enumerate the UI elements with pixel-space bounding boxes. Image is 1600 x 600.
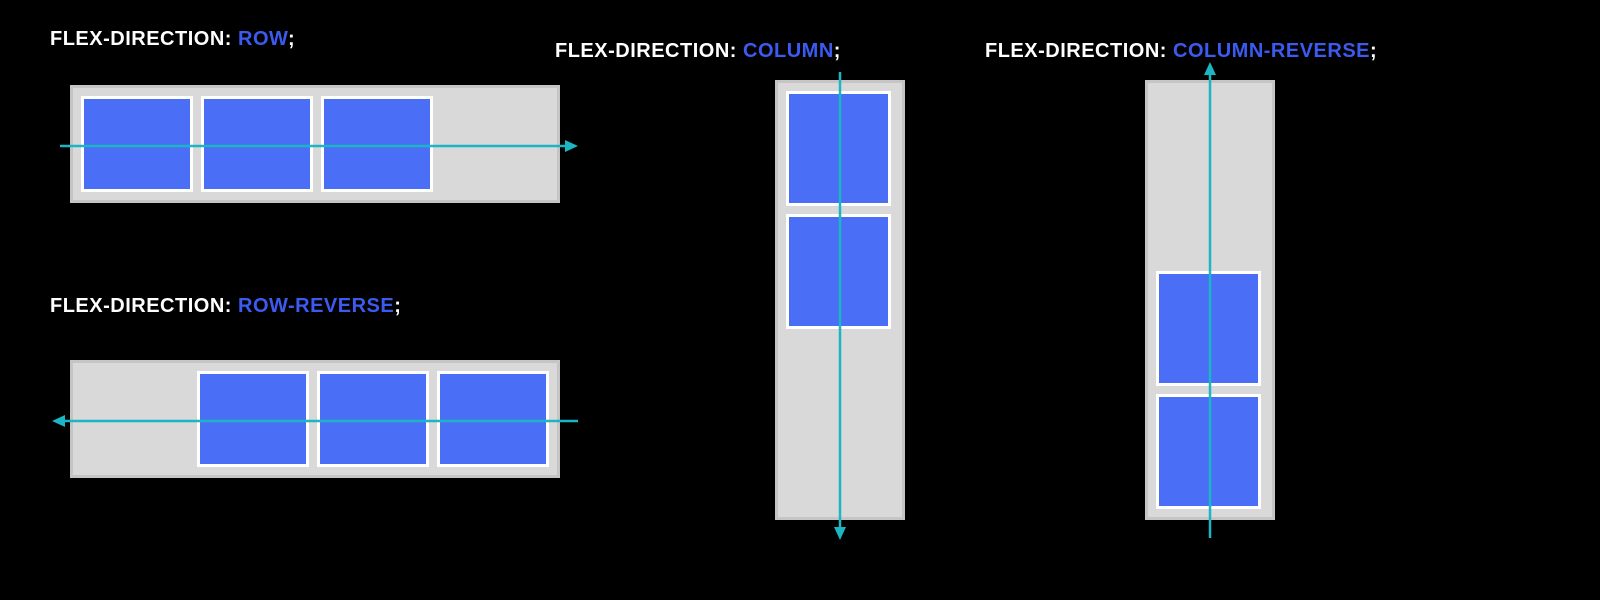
label-value: ROW-REVERSE: [238, 295, 394, 317]
flex-item: [201, 96, 313, 192]
label-flex-column: FLEX-DIRECTION: COLUMN;: [555, 40, 841, 63]
label-flex-row: FLEX-DIRECTION: ROW;: [50, 28, 295, 51]
flex-item: [786, 91, 891, 206]
flex-item: [81, 96, 193, 192]
label-prop: FLEX-DIRECTION:: [50, 28, 238, 50]
label-semi: ;: [288, 28, 295, 50]
label-semi: ;: [394, 295, 401, 317]
container-column: [775, 80, 905, 520]
label-flex-column-reverse: FLEX-DIRECTION: COLUMN-REVERSE;: [985, 40, 1377, 63]
label-prop: FLEX-DIRECTION:: [985, 40, 1173, 62]
flex-item: [437, 371, 549, 467]
container-column-reverse: [1145, 80, 1275, 520]
label-value: COLUMN: [743, 40, 834, 62]
label-flex-row-reverse: FLEX-DIRECTION: ROW-REVERSE;: [50, 295, 401, 318]
label-value: COLUMN-REVERSE: [1173, 40, 1370, 62]
flex-item: [786, 214, 891, 329]
flex-item: [321, 96, 433, 192]
label-prop: FLEX-DIRECTION:: [50, 295, 238, 317]
flex-item: [317, 371, 429, 467]
flex-item: [1156, 394, 1261, 509]
flex-item: [197, 371, 309, 467]
label-prop: FLEX-DIRECTION:: [555, 40, 743, 62]
label-semi: ;: [834, 40, 841, 62]
flex-item: [1156, 271, 1261, 386]
label-value: ROW: [238, 28, 288, 50]
container-row-reverse: [70, 360, 560, 478]
label-semi: ;: [1370, 40, 1377, 62]
container-row: [70, 85, 560, 203]
